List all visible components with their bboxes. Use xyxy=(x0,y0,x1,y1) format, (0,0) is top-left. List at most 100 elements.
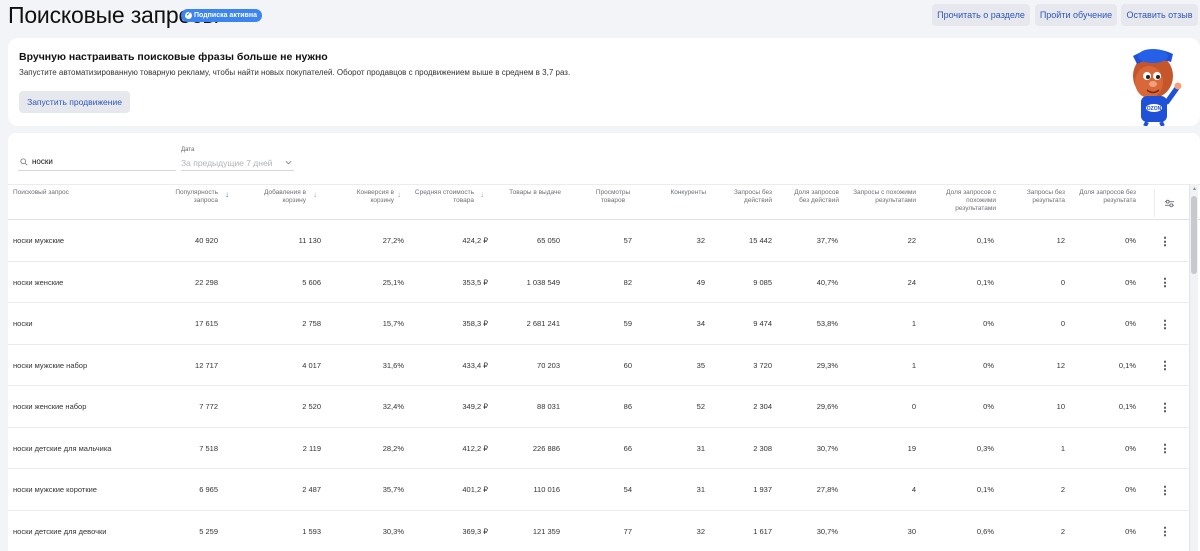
column-settings-button[interactable] xyxy=(1154,189,1184,217)
cell-no-result: 1 xyxy=(1060,443,1065,453)
cell-popularity: 7 518 xyxy=(199,443,218,453)
promo-text: Запустите автоматизированную товарную ре… xyxy=(19,68,571,77)
cell-no-result: 12 xyxy=(1056,236,1065,246)
cell-no-result-share: 0% xyxy=(1125,236,1136,246)
cell-query[interactable]: носки детские для мальчика xyxy=(13,428,163,470)
cell-avg-price: 358,3 ₽ xyxy=(462,319,488,329)
row-menu-button[interactable]: ⋮ xyxy=(1157,233,1173,249)
scroll-up-arrow-icon[interactable]: ▲ xyxy=(1191,186,1198,192)
column-header-no-action[interactable]: Запросы без действий xyxy=(726,189,772,205)
date-select-value: За предыдущие 7 дней xyxy=(181,157,273,168)
take-training-button[interactable]: Пройти обучение xyxy=(1035,4,1117,26)
cell-cart: 2 119 xyxy=(302,443,321,453)
cell-query[interactable]: носки детские для девочки xyxy=(13,511,163,551)
cell-no-result: 2 xyxy=(1060,526,1065,536)
column-header-views[interactable]: Просмотры товаров xyxy=(588,189,638,205)
column-header-label: Запросы с похожими результатами xyxy=(853,189,916,204)
cell-items: 65 050 xyxy=(537,236,560,246)
cell-no-result: 10 xyxy=(1056,402,1065,412)
cell-conversion: 35,7% xyxy=(382,485,404,495)
cell-avg-price: 349,2 ₽ xyxy=(462,402,488,412)
column-header-no-action-share[interactable]: Доля запросов без действий xyxy=(783,189,839,205)
table-row[interactable]: носки мужские 40 920 11 130 27,2% 424,2 … xyxy=(8,220,1188,262)
row-menu-button[interactable]: ⋮ xyxy=(1157,358,1173,374)
column-header-avg-price[interactable]: Средняя стоимость товара xyxy=(408,189,474,205)
cell-no-action: 9 474 xyxy=(753,319,772,329)
column-header-popularity[interactable]: Популярность запроса xyxy=(168,189,218,205)
row-menu-button[interactable]: ⋮ xyxy=(1157,399,1173,415)
search-icon xyxy=(20,157,28,166)
column-header-items[interactable]: Товары в выдаче xyxy=(498,189,561,197)
column-header-cart[interactable]: Добавления в корзину xyxy=(248,189,306,205)
row-menu-button[interactable]: ⋮ xyxy=(1157,275,1173,291)
column-header-no-result[interactable]: Запросы без результата xyxy=(1018,189,1065,205)
cell-views: 82 xyxy=(623,277,632,287)
row-menu-button[interactable]: ⋮ xyxy=(1157,316,1173,332)
table-row[interactable]: носки детские для девочки 5 259 1 593 30… xyxy=(8,511,1188,551)
cell-conversion: 25,1% xyxy=(382,277,404,287)
table-row[interactable]: носки женские 22 298 5 606 25,1% 353,5 ₽… xyxy=(8,262,1188,304)
row-menu-button[interactable]: ⋮ xyxy=(1157,524,1173,540)
cell-cart: 4 017 xyxy=(302,360,321,370)
cell-avg-price: 369,3 ₽ xyxy=(462,526,488,536)
cell-popularity: 7 772 xyxy=(199,402,218,412)
cell-no-action-share: 29,6% xyxy=(816,402,838,412)
cell-competitors: 32 xyxy=(696,236,705,246)
cell-no-result-share: 0% xyxy=(1125,319,1136,329)
leave-feedback-button[interactable]: Оставить отзыв xyxy=(1121,4,1198,26)
search-field[interactable] xyxy=(18,153,176,171)
cell-views: 60 xyxy=(623,360,632,370)
cell-no-action: 15 442 xyxy=(749,236,772,246)
cell-no-result-share: 0,1% xyxy=(1118,402,1136,412)
start-promotion-button[interactable]: Запустить продвижение xyxy=(19,91,130,113)
read-about-section-button[interactable]: Прочитать о разделе xyxy=(932,4,1030,26)
row-menu-button[interactable]: ⋮ xyxy=(1157,441,1173,457)
cell-popularity: 22 298 xyxy=(195,277,218,287)
table-row[interactable]: носки детские для мальчика 7 518 2 119 2… xyxy=(8,428,1188,470)
promo-title: Вручную настраивать поисковые фразы боль… xyxy=(19,51,328,63)
cell-query[interactable]: носки мужские короткие xyxy=(13,469,163,511)
column-header-competitors[interactable]: Конкуренты xyxy=(656,189,706,197)
cell-no-action-share: 30,7% xyxy=(816,443,838,453)
column-header-label: Доля запросов с похожими результатами xyxy=(946,189,996,212)
cell-similar-share: 0% xyxy=(983,402,994,412)
cell-query[interactable]: носки xyxy=(13,303,163,345)
cell-competitors: 32 xyxy=(696,526,705,536)
cell-popularity: 17 615 xyxy=(195,319,218,329)
column-header-similar[interactable]: Запросы с похожими результатами xyxy=(844,189,916,205)
table-row[interactable]: носки 17 615 2 758 15,7% 358,3 ₽ 2 681 2… xyxy=(8,303,1188,345)
column-header-label: Конкуренты xyxy=(670,189,706,196)
column-header-query[interactable]: Поисковый запрос xyxy=(13,189,163,197)
cell-similar-share: 0,6% xyxy=(976,526,994,536)
cell-avg-price: 433,4 ₽ xyxy=(462,360,488,370)
cell-query[interactable]: носки мужские набор xyxy=(13,345,163,387)
row-menu-button[interactable]: ⋮ xyxy=(1157,482,1173,498)
cell-no-result-share: 0% xyxy=(1125,485,1136,495)
search-input[interactable] xyxy=(32,157,162,166)
sort-desc-icon[interactable]: ↓ xyxy=(225,190,229,199)
cell-avg-price: 412,2 ₽ xyxy=(462,443,488,453)
column-header-label: Доля запросов без действий xyxy=(794,189,839,204)
cell-similar: 24 xyxy=(907,277,916,287)
sort-icon[interactable]: ↓ xyxy=(480,190,484,199)
date-select[interactable]: За предыдущие 7 дней xyxy=(181,155,294,171)
vertical-scrollbar[interactable]: ▲ xyxy=(1189,184,1198,551)
cell-no-result-share: 0% xyxy=(1125,443,1136,453)
scrollbar-thumb[interactable] xyxy=(1191,196,1197,274)
cell-no-result-share: 0% xyxy=(1125,526,1136,536)
table-row[interactable]: носки мужские набор 12 717 4 017 31,6% 4… xyxy=(8,345,1188,387)
cell-popularity: 5 259 xyxy=(199,526,218,536)
cell-conversion: 27,2% xyxy=(382,236,404,246)
sort-icon[interactable]: ↓ xyxy=(397,190,401,199)
cell-items: 1 038 549 xyxy=(526,277,560,287)
column-header-no-result-share[interactable]: Доля запросов без результата xyxy=(1074,189,1136,205)
column-header-conversion[interactable]: Конверсия в корзину xyxy=(338,189,394,205)
sort-icon[interactable]: ↓ xyxy=(313,190,317,199)
cell-query[interactable]: носки мужские xyxy=(13,220,163,262)
cell-query[interactable]: носки женские набор xyxy=(13,386,163,428)
cell-query[interactable]: носки женские xyxy=(13,262,163,304)
column-header-similar-share[interactable]: Доля запросов с похожими результатами xyxy=(934,189,996,213)
table-row[interactable]: носки мужские короткие 6 965 2 487 35,7%… xyxy=(8,469,1188,511)
cell-views: 59 xyxy=(623,319,632,329)
table-row[interactable]: носки женские набор 7 772 2 520 32,4% 34… xyxy=(8,386,1188,428)
